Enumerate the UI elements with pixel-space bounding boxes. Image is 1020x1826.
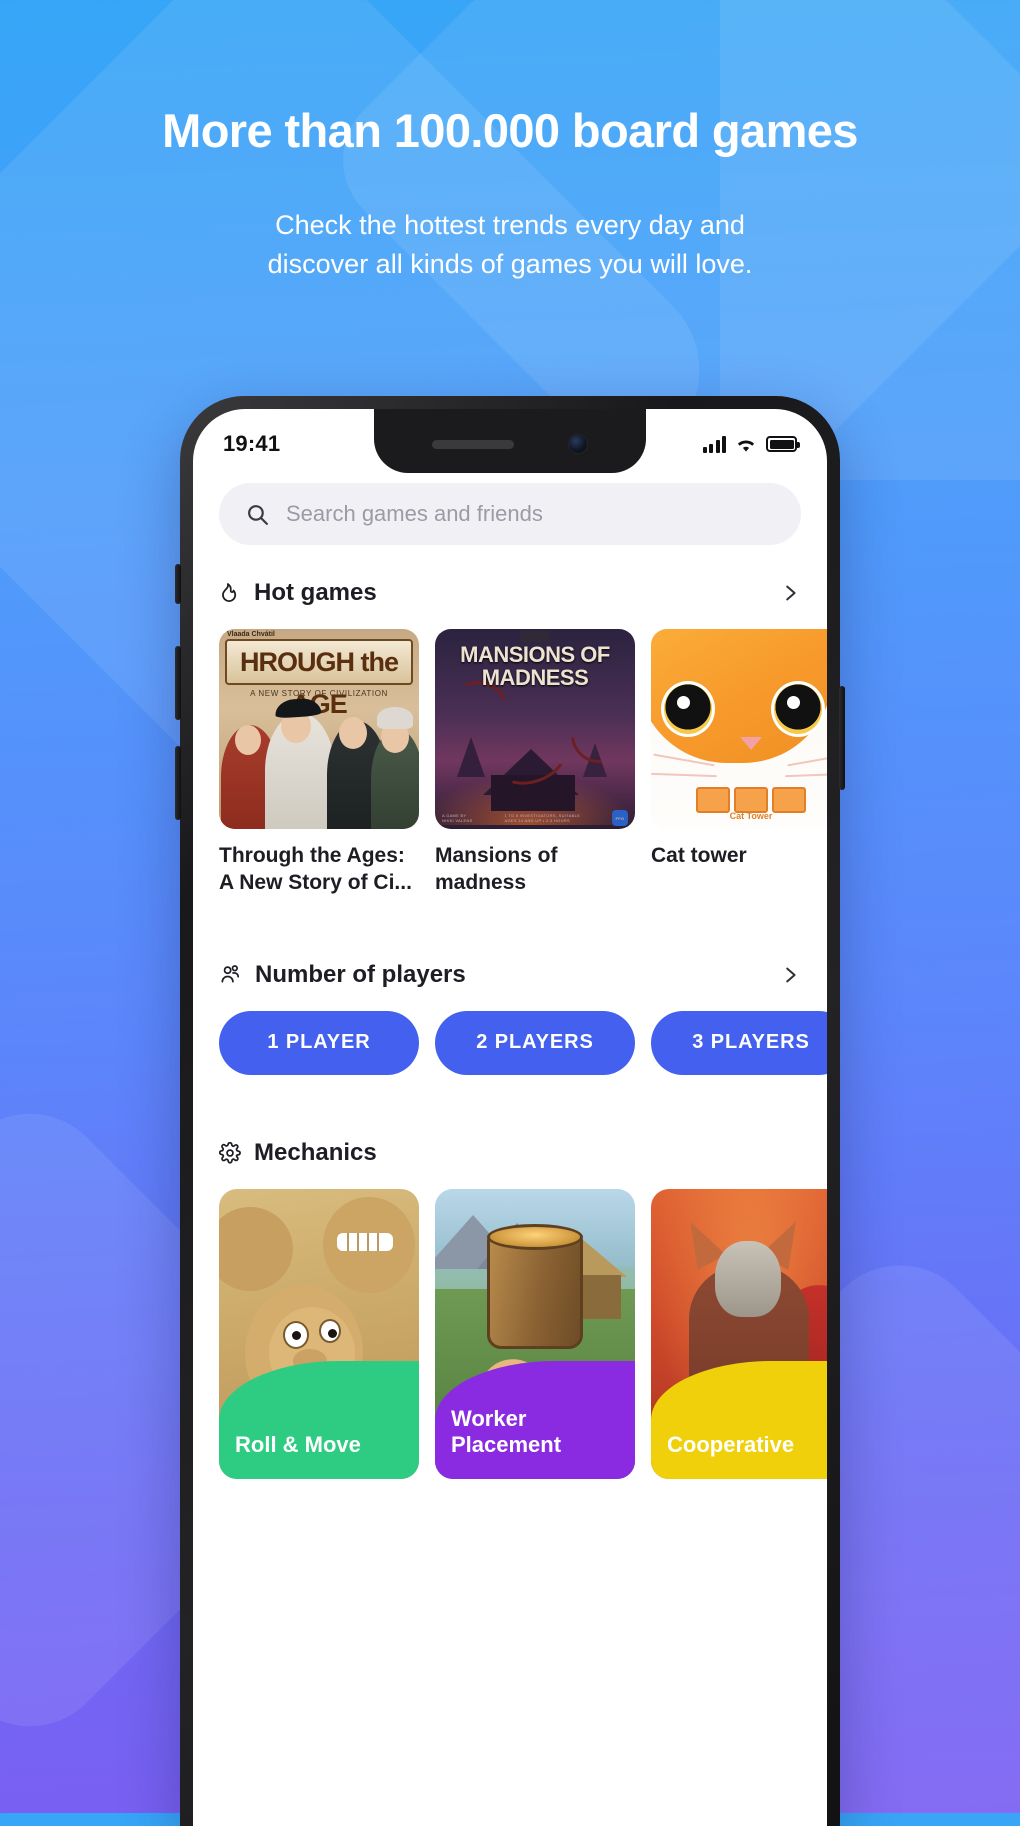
search-placeholder: Search games and friends bbox=[286, 501, 543, 526]
section-left-number-of-players: Number of players bbox=[219, 961, 466, 989]
phone-mockup: 19:41 Search games and friends Hot games… bbox=[175, 396, 845, 1826]
front-camera-icon bbox=[568, 434, 588, 454]
gnome-shape bbox=[219, 1206, 293, 1291]
phone-screen: 19:41 Search games and friends Hot games… bbox=[193, 409, 827, 1826]
gnome-eye-icon bbox=[319, 1318, 341, 1343]
chevron-right-icon bbox=[786, 585, 796, 601]
app-content: Search games and friends Hot games Vlaad… bbox=[193, 473, 827, 1826]
phone-volume-down-button[interactable] bbox=[175, 746, 181, 820]
cover-title-block: MANSIONS OF MADNESS bbox=[435, 643, 635, 689]
mechanic-card[interactable]: Worker Placement bbox=[435, 1188, 635, 1479]
tower-block bbox=[772, 787, 806, 813]
section-left-hot-games: Hot games bbox=[219, 579, 377, 607]
game-card[interactable]: MANSIONS OF MADNESS A GAME BY NIKKI VALE… bbox=[435, 629, 635, 897]
cat-tower-blocks bbox=[651, 787, 827, 813]
mechanic-card[interactable]: Roll & Move bbox=[219, 1188, 419, 1479]
cover-face bbox=[235, 725, 261, 755]
flame-icon bbox=[222, 583, 237, 602]
cover-title-text: Cat Tower bbox=[729, 811, 773, 821]
art-mug bbox=[487, 1223, 583, 1349]
cover-wig bbox=[377, 707, 413, 729]
phone-power-button[interactable] bbox=[839, 686, 845, 790]
cat-whisker bbox=[651, 772, 718, 778]
status-time: 19:41 bbox=[223, 431, 281, 456]
cellular-signal-icon bbox=[702, 435, 726, 453]
game-card-title: Through the Ages: A New Story of Ci... bbox=[219, 844, 412, 894]
page-subtitle: Check the hottest trends every day and d… bbox=[267, 210, 753, 280]
player-count-rail[interactable]: 1 PLAYER 2 PLAYERS 3 PLAYERS bbox=[193, 1010, 827, 1075]
cover-title-line1: MANSIONS OF bbox=[460, 642, 610, 667]
mechanics-rail[interactable]: Roll & Move Worker Placement Cooperative bbox=[193, 1188, 827, 1479]
gear-icon bbox=[219, 1141, 241, 1164]
game-cover-through-the-ages: Vlaada Chvátil HROUGH the AGE A NEW STOR… bbox=[219, 629, 419, 829]
battery-full-icon bbox=[766, 436, 800, 452]
wifi-icon bbox=[737, 439, 755, 452]
section-title-mechanics: Mechanics bbox=[254, 1138, 377, 1166]
phone-notch bbox=[374, 409, 646, 473]
section-left-mechanics: Mechanics bbox=[219, 1139, 377, 1167]
player-count-pill-3[interactable]: 3 PLAYERS bbox=[651, 1010, 827, 1075]
section-header-hot-games: Hot games bbox=[219, 579, 801, 607]
hot-games-see-all-button[interactable] bbox=[779, 582, 801, 604]
search-bar[interactable]: Search games and friends bbox=[219, 483, 801, 545]
cover-footer: A GAME BY NIKKI VALENS 1 TO 5 INVESTIGAT… bbox=[435, 810, 635, 826]
tower-block bbox=[696, 787, 730, 813]
section-header-number-of-players: Number of players bbox=[219, 961, 801, 989]
art-head bbox=[715, 1240, 781, 1317]
earpiece-speaker-icon bbox=[432, 439, 514, 449]
search-input[interactable]: Search games and friends bbox=[286, 501, 543, 527]
hero-section: More than 100.000 board games Check the … bbox=[0, 0, 1020, 284]
cover-footer-left: A GAME BY NIKKI VALENS bbox=[442, 813, 473, 823]
cat-eye-icon bbox=[771, 681, 825, 737]
mechanic-label: Worker Placement bbox=[451, 1405, 562, 1458]
game-card-title: Mansions of madness bbox=[435, 844, 558, 894]
game-card[interactable]: Cat Tower Cat tower bbox=[651, 629, 827, 897]
search-icon bbox=[248, 504, 268, 525]
phone-mute-switch[interactable] bbox=[175, 564, 181, 604]
cat-nose-icon bbox=[740, 737, 762, 750]
cat-whisker bbox=[787, 753, 827, 767]
cat-whisker bbox=[784, 772, 827, 778]
gnome-grin bbox=[337, 1232, 393, 1251]
cover-title-line2: MADNESS bbox=[481, 665, 589, 691]
cat-eye-icon bbox=[661, 681, 715, 737]
publisher-logo-icon bbox=[520, 631, 550, 642]
page-title: More than 100.000 board games bbox=[162, 104, 858, 157]
section-title-hot-games: Hot games bbox=[254, 579, 377, 606]
game-cover-mansions-of-madness: MANSIONS OF MADNESS A GAME BY NIKKI VALE… bbox=[435, 629, 635, 829]
art-mug-top bbox=[487, 1223, 583, 1250]
mechanic-card[interactable]: Cooperative bbox=[651, 1188, 827, 1479]
number-of-players-see-all-button[interactable] bbox=[779, 964, 801, 986]
game-card-title: Cat tower bbox=[651, 844, 747, 867]
chevron-right-icon bbox=[786, 967, 796, 983]
section-header-mechanics: Mechanics bbox=[219, 1139, 801, 1167]
cover-footer-mid: 1 TO 5 INVESTIGATORS, SUITABLE AGES 14 A… bbox=[504, 813, 581, 823]
publisher-badge: FFG bbox=[611, 810, 628, 826]
mechanic-label: Roll & Move bbox=[235, 1432, 361, 1458]
game-card[interactable]: Vlaada Chvátil HROUGH the AGE A NEW STOR… bbox=[219, 629, 419, 897]
tower-block bbox=[734, 787, 768, 813]
cover-face bbox=[339, 717, 367, 749]
player-count-pill-1[interactable]: 1 PLAYER bbox=[219, 1010, 419, 1075]
section-title-number-of-players: Number of players bbox=[255, 960, 466, 988]
hot-games-rail[interactable]: Vlaada Chvátil HROUGH the AGE A NEW STOR… bbox=[193, 629, 827, 897]
player-count-pill-2[interactable]: 2 PLAYERS bbox=[435, 1010, 635, 1075]
people-icon bbox=[221, 965, 240, 983]
cover-credit-text: Vlaada Chvátil bbox=[227, 631, 275, 638]
gnome-eye-icon bbox=[283, 1320, 309, 1349]
cover-subtitle-text: A NEW STORY OF CIVILIZATION bbox=[250, 689, 388, 698]
phone-volume-up-button[interactable] bbox=[175, 646, 181, 720]
phone-frame: 19:41 Search games and friends Hot games… bbox=[175, 396, 845, 1826]
mechanic-label: Cooperative bbox=[667, 1432, 795, 1458]
status-icons bbox=[702, 430, 800, 453]
game-cover-cat-tower: Cat Tower bbox=[651, 629, 827, 829]
